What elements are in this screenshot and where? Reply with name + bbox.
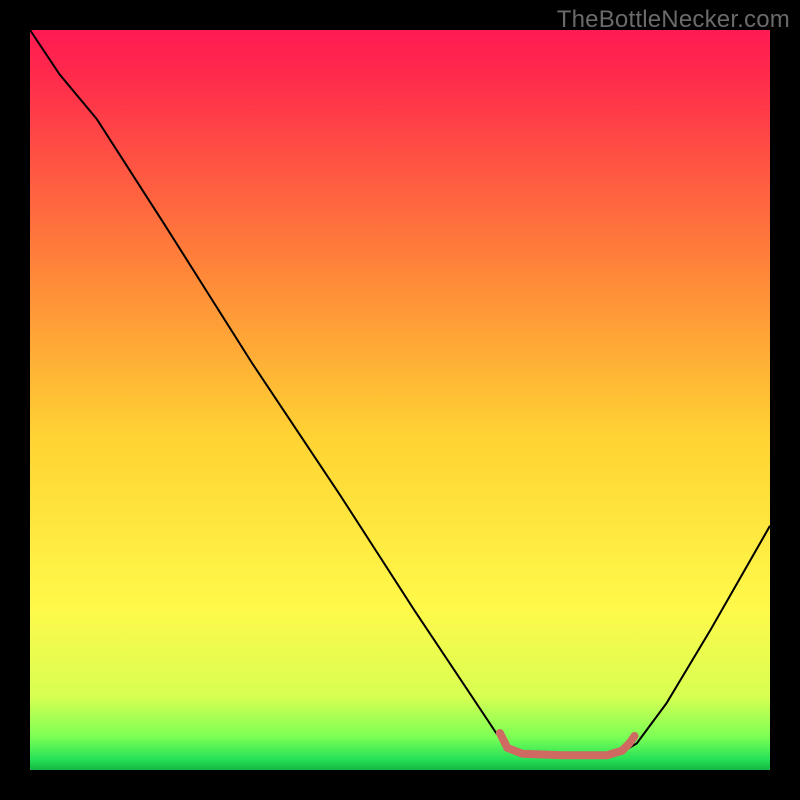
stage: TheBottleNecker.com: [0, 0, 800, 800]
site-watermark: TheBottleNecker.com: [557, 6, 790, 34]
gradient-background: [30, 30, 770, 770]
chart-svg: [30, 30, 770, 770]
chart-plot-area: [30, 30, 770, 770]
